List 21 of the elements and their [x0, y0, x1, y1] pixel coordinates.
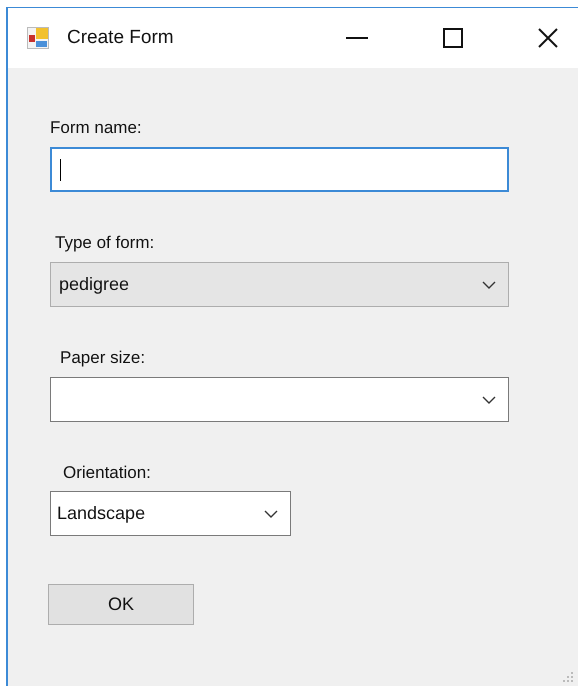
dropdown[interactable]	[50, 377, 509, 422]
resize-grip-icon	[562, 671, 574, 683]
chevron-down-icon	[264, 510, 278, 518]
dropdown[interactable]: pedigree	[50, 262, 509, 307]
minimize-icon[interactable]	[346, 36, 368, 40]
field-label: Paper size:	[60, 348, 146, 368]
text-field[interactable]	[50, 147, 509, 192]
app-icon	[27, 27, 49, 49]
window-title: Create Form	[67, 27, 174, 49]
close-icon[interactable]	[538, 28, 558, 48]
maximize-icon[interactable]	[443, 28, 463, 48]
chevron-down-icon	[482, 280, 496, 288]
field-label: Type of form:	[55, 233, 156, 253]
field-label: Form name:	[50, 118, 143, 138]
chevron-down-icon	[482, 396, 496, 404]
dropdown-value: Landscape	[57, 503, 146, 524]
dropdown-value: pedigree	[59, 274, 130, 295]
text-cursor	[60, 158, 61, 180]
dropdown[interactable]: Landscape	[50, 491, 291, 536]
ok-button[interactable]: OK	[48, 584, 194, 625]
field-label: Orientation:	[63, 463, 152, 483]
